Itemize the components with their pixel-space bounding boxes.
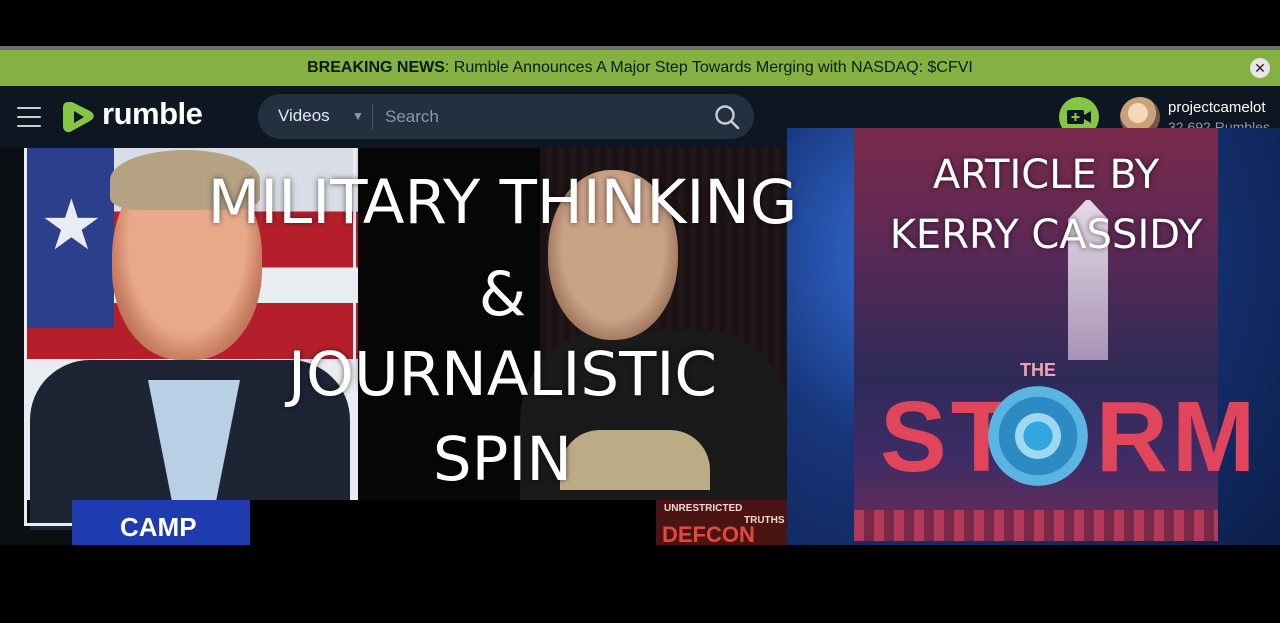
article-by-line-1: ARTICLE BY (932, 152, 1160, 198)
rumble-logo-icon[interactable] (62, 99, 96, 135)
title-line-2: & (478, 259, 527, 330)
menu-icon[interactable] (17, 107, 41, 127)
search-category-select[interactable]: Videos (278, 106, 330, 126)
close-icon[interactable]: ✕ (1250, 58, 1270, 78)
search-input[interactable] (385, 103, 695, 131)
title-line-4: SPIN (432, 424, 573, 495)
title-line-1: MILITARY THINKING (207, 167, 798, 238)
username[interactable]: projectcamelot (1168, 99, 1266, 116)
breaking-news-label: BREAKING NEWS (307, 59, 445, 76)
poster-bottom-band (854, 510, 1218, 541)
search-divider (372, 104, 373, 129)
camp-strip-text: CAMP (120, 512, 197, 542)
breaking-news-banner[interactable]: BREAKING NEWS: Rumble Announces A Major … (0, 50, 1280, 86)
defcon-line1: UNRESTRICTED (664, 503, 743, 514)
rumble-logo-text[interactable]: rumble (102, 96, 203, 132)
top-letterbox (0, 0, 1280, 46)
storm-swirl-icon (988, 386, 1088, 486)
breaking-news-text: Rumble Announces A Major Step Towards Me… (449, 59, 973, 76)
article-by-line-2: KERRY CASSIDY (889, 212, 1203, 258)
chevron-down-icon[interactable]: ▼ (352, 109, 364, 123)
black-strip (250, 500, 656, 545)
search-icon[interactable] (714, 104, 740, 130)
title-line-3: JOURNALISTIC (288, 339, 717, 410)
poster-the-text: THE (1020, 360, 1056, 380)
bottom-letterbox (0, 545, 1280, 623)
